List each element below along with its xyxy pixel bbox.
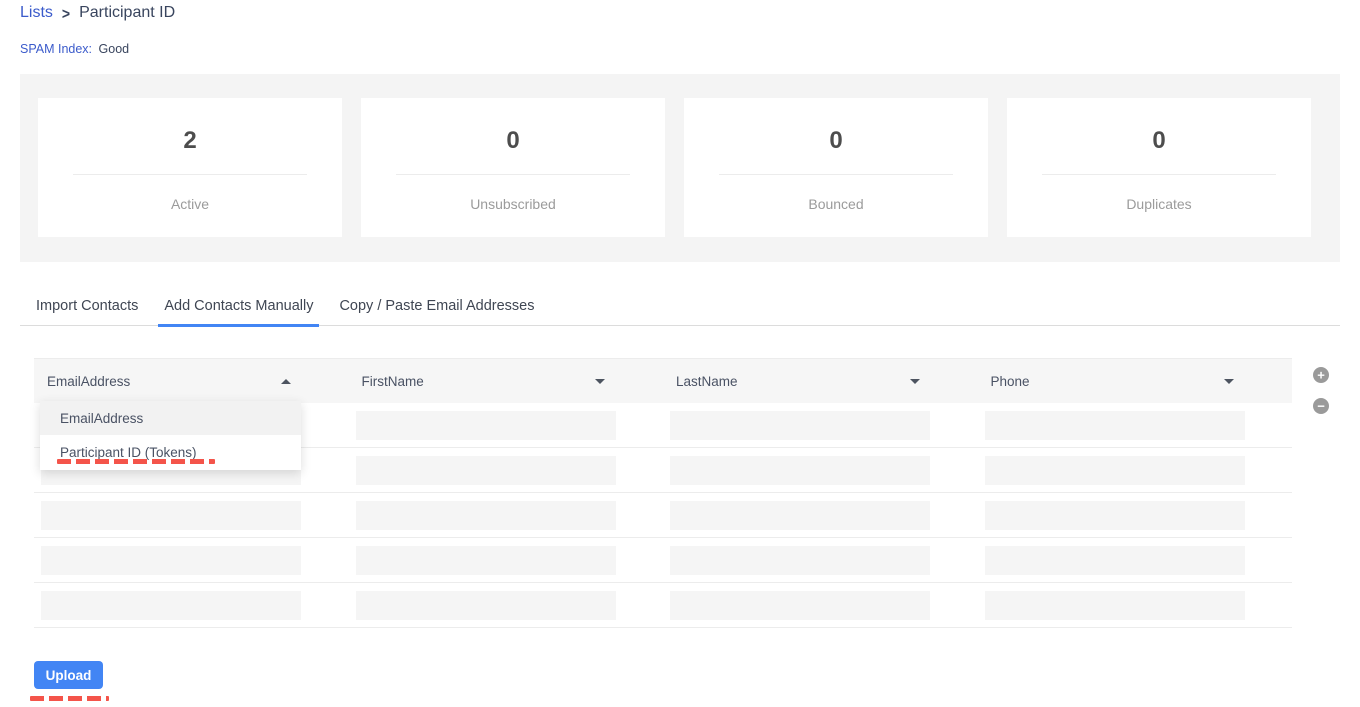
dropdown-option-emailaddress[interactable]: EmailAddress (40, 401, 301, 435)
firstname-input-row1[interactable] (356, 411, 616, 440)
add-row-button[interactable]: + (1313, 367, 1329, 383)
stat-card-active: 2 Active (38, 98, 342, 237)
caret-up-icon (281, 379, 291, 384)
red-dash-annotation (30, 696, 109, 701)
phone-input-row2[interactable] (985, 456, 1245, 485)
tab-copy-paste-email-addresses[interactable]: Copy / Paste Email Addresses (333, 292, 540, 327)
spam-index: SPAM Index: Good (20, 42, 1340, 56)
firstname-input-row3[interactable] (356, 501, 616, 530)
phone-input-row5[interactable] (985, 591, 1245, 620)
stat-label: Duplicates (1007, 196, 1311, 212)
lastname-input-row1[interactable] (670, 411, 930, 440)
plus-icon: + (1317, 367, 1325, 382)
email-input-row3[interactable] (41, 501, 301, 530)
red-dash-annotation (57, 459, 215, 464)
firstname-input-row5[interactable] (356, 591, 616, 620)
column-dropdown-phone[interactable]: Phone (978, 374, 1293, 389)
stat-divider (73, 174, 307, 175)
lastname-input-row2[interactable] (670, 456, 930, 485)
lastname-input-row4[interactable] (670, 546, 930, 575)
firstname-input-row2[interactable] (356, 456, 616, 485)
breadcrumb-lists-link[interactable]: Lists (20, 4, 53, 22)
stat-value: 0 (684, 129, 988, 153)
contact-mapping-table: EmailAddress FirstName LastName Phone (34, 358, 1292, 628)
phone-input-row4[interactable] (985, 546, 1245, 575)
minus-icon: − (1317, 398, 1325, 413)
column-header-row: EmailAddress FirstName LastName Phone (34, 358, 1292, 403)
column-dropdown-lastname[interactable]: LastName (663, 374, 978, 389)
spam-index-label: SPAM Index: (20, 42, 92, 56)
contact-row-5 (34, 583, 1292, 628)
email-input-row4[interactable] (41, 546, 301, 575)
column-dropdown-firstname[interactable]: FirstName (349, 374, 664, 389)
column-label: FirstName (362, 374, 424, 389)
lastname-input-row3[interactable] (670, 501, 930, 530)
stat-card-bounced: 0 Bounced (684, 98, 988, 237)
caret-down-icon (1224, 379, 1234, 384)
tab-add-contacts-manually[interactable]: Add Contacts Manually (158, 292, 319, 327)
firstname-input-row4[interactable] (356, 546, 616, 575)
stat-label: Bounced (684, 196, 988, 212)
stat-divider (396, 174, 630, 175)
spam-index-value: Good (99, 42, 130, 56)
email-input-row5[interactable] (41, 591, 301, 620)
remove-row-button[interactable]: − (1313, 398, 1329, 414)
phone-input-row1[interactable] (985, 411, 1245, 440)
breadcrumb: Lists > Participant ID (20, 0, 1340, 22)
tab-bar: Import Contacts Add Contacts Manually Co… (20, 292, 1340, 326)
upload-button[interactable]: Upload (34, 661, 103, 689)
dropdown-option-label: Participant ID (Tokens) (60, 445, 197, 460)
lastname-input-row5[interactable] (670, 591, 930, 620)
upload-area: Upload (34, 661, 1340, 689)
breadcrumb-separator: > (62, 4, 70, 22)
stat-value: 0 (1007, 129, 1311, 153)
column-label: LastName (676, 374, 738, 389)
page-title: Participant ID (79, 4, 175, 22)
contact-mapping-section: + − EmailAddress FirstName LastName Phon (20, 358, 1340, 628)
stat-value: 0 (361, 129, 665, 153)
stat-label: Unsubscribed (361, 196, 665, 212)
stats-band: 2 Active 0 Unsubscribed 0 Bounced 0 Dupl… (20, 74, 1340, 262)
stat-card-duplicates: 0 Duplicates (1007, 98, 1311, 237)
caret-down-icon (595, 379, 605, 384)
column-field-dropdown-menu: EmailAddress Participant ID (Tokens) (40, 401, 301, 470)
column-label: EmailAddress (47, 374, 130, 389)
stat-card-unsubscribed: 0 Unsubscribed (361, 98, 665, 237)
stat-divider (1042, 174, 1276, 175)
tab-import-contacts[interactable]: Import Contacts (30, 292, 144, 327)
column-label: Phone (991, 374, 1030, 389)
column-dropdown-emailaddress[interactable]: EmailAddress (34, 374, 349, 389)
contact-row-4 (34, 538, 1292, 583)
contact-row-3 (34, 493, 1292, 538)
stat-value: 2 (38, 129, 342, 153)
stat-divider (719, 174, 953, 175)
caret-down-icon (910, 379, 920, 384)
stat-label: Active (38, 196, 342, 212)
dropdown-option-participant-id-tokens[interactable]: Participant ID (Tokens) (40, 435, 301, 470)
row-controls: + − (1313, 367, 1329, 414)
page-content: Lists > Participant ID SPAM Index: Good … (0, 0, 1360, 689)
phone-input-row3[interactable] (985, 501, 1245, 530)
